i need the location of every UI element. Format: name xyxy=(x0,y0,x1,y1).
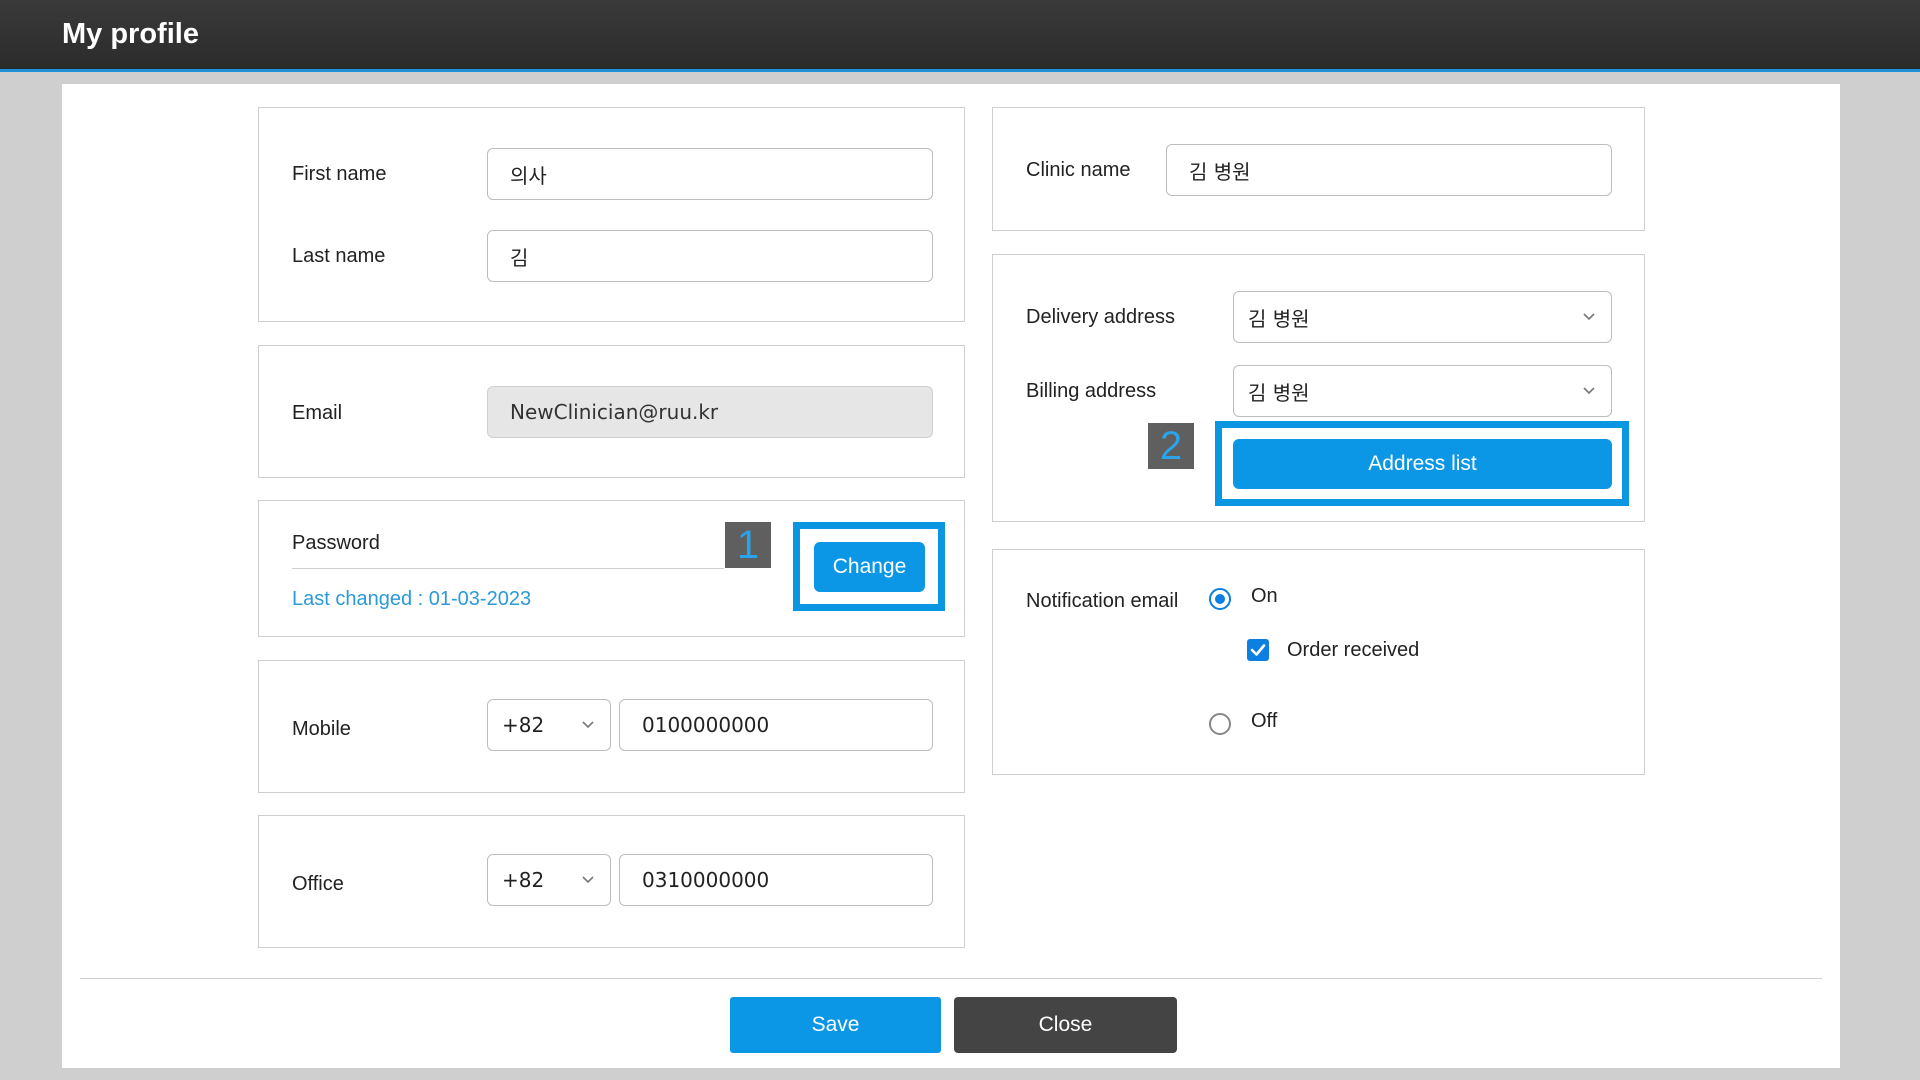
callout-marker-1: 1 xyxy=(725,522,771,568)
billing-address-select[interactable]: 김 병원 xyxy=(1233,365,1612,417)
password-card: Password Last changed : 01-03-2023 1 Cha… xyxy=(258,500,965,637)
office-number-value: 0310000000 xyxy=(642,868,770,892)
clinic-name-value: 김 병원 xyxy=(1189,159,1251,184)
office-number-field[interactable]: 0310000000 xyxy=(619,854,933,906)
notification-card: Notification email On Order received Off xyxy=(992,549,1645,775)
save-button[interactable]: Save xyxy=(730,997,941,1053)
notification-on-radio[interactable] xyxy=(1209,588,1231,610)
chevron-down-icon xyxy=(1583,387,1595,395)
mobile-country-code-value: +82 xyxy=(502,713,545,737)
first-name-label: First name xyxy=(292,163,387,185)
callout-marker-2: 2 xyxy=(1148,423,1194,469)
chevron-down-icon xyxy=(582,876,594,884)
delivery-address-select[interactable]: 김 병원 xyxy=(1233,291,1612,343)
title-bar: My profile xyxy=(0,0,1920,72)
first-name-value: 의사 xyxy=(510,163,547,188)
first-name-field[interactable]: 의사 xyxy=(487,148,933,200)
last-name-value: 김 xyxy=(510,245,529,270)
change-password-button[interactable]: Change xyxy=(814,542,925,592)
mobile-label: Mobile xyxy=(292,718,351,740)
notification-off-label: Off xyxy=(1251,710,1278,732)
address-card: Delivery address 김 병원 Billing address 김 … xyxy=(992,254,1645,522)
profile-dialog: First name 의사 Last name 김 Email NewClini… xyxy=(62,84,1840,1068)
clinic-name-label: Clinic name xyxy=(1026,159,1131,181)
order-received-label: Order received xyxy=(1287,639,1420,661)
notification-on-label: On xyxy=(1251,585,1278,607)
chevron-down-icon xyxy=(582,721,594,729)
delivery-address-value: 김 병원 xyxy=(1248,306,1310,331)
password-divider xyxy=(292,568,724,569)
chevron-down-icon xyxy=(1583,313,1595,321)
office-country-code-value: +82 xyxy=(502,868,545,892)
mobile-number-value: 0100000000 xyxy=(642,713,770,737)
notification-email-label: Notification email xyxy=(1026,590,1179,612)
email-value: NewClinician@ruu.kr xyxy=(510,400,719,424)
email-card: Email NewClinician@ruu.kr xyxy=(258,345,965,478)
clinic-card: Clinic name 김 병원 xyxy=(992,107,1645,231)
mobile-country-code-select[interactable]: +82 xyxy=(487,699,611,751)
billing-address-value: 김 병원 xyxy=(1248,380,1310,405)
close-button[interactable]: Close xyxy=(954,997,1177,1053)
email-field: NewClinician@ruu.kr xyxy=(487,386,933,438)
name-card: First name 의사 Last name 김 xyxy=(258,107,965,322)
address-list-button[interactable]: Address list xyxy=(1233,439,1612,489)
password-last-changed: Last changed : 01-03-2023 xyxy=(292,588,532,610)
order-received-checkbox[interactable] xyxy=(1247,639,1269,661)
mobile-card: Mobile +82 0100000000 xyxy=(258,660,965,793)
clinic-name-field[interactable]: 김 병원 xyxy=(1166,144,1612,196)
office-card: Office +82 0310000000 xyxy=(258,815,965,948)
email-label: Email xyxy=(292,402,343,424)
office-label: Office xyxy=(292,873,344,895)
last-name-field[interactable]: 김 xyxy=(487,230,933,282)
footer-divider xyxy=(80,978,1822,979)
office-country-code-select[interactable]: +82 xyxy=(487,854,611,906)
billing-address-label: Billing address xyxy=(1026,380,1157,402)
last-name-label: Last name xyxy=(292,245,386,267)
checkmark-icon xyxy=(1250,644,1266,656)
password-label: Password xyxy=(292,532,380,554)
delivery-address-label: Delivery address xyxy=(1026,306,1175,328)
notification-off-radio[interactable] xyxy=(1209,713,1231,735)
mobile-number-field[interactable]: 0100000000 xyxy=(619,699,933,751)
window-title: My profile xyxy=(62,18,199,50)
